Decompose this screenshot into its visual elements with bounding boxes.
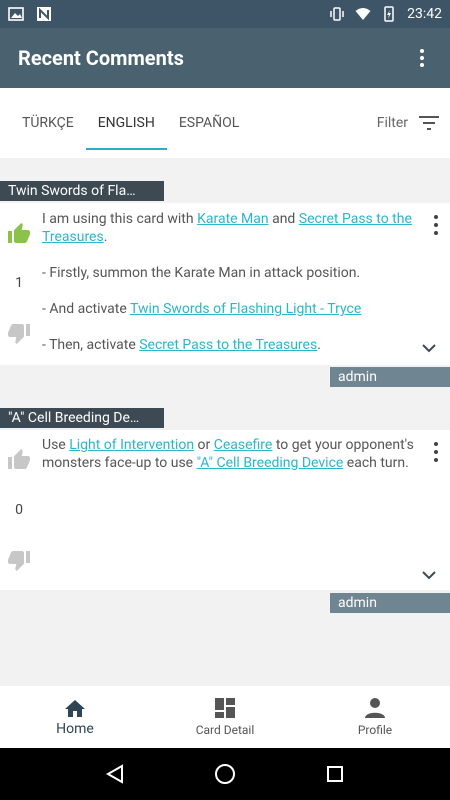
language-tabs: TÜRKÇE ENGLISH ESPAÑOL Filter — [0, 88, 450, 158]
thumb-up-icon[interactable] — [6, 222, 32, 246]
author-badge[interactable]: admin — [330, 593, 450, 613]
chevron-down-icon[interactable] — [422, 570, 436, 580]
tab-espanol[interactable]: ESPAÑOL — [167, 88, 251, 158]
filter-icon — [419, 116, 439, 130]
overflow-menu-icon[interactable] — [412, 46, 432, 70]
bottom-navigation: Home Card Detail Profile — [0, 686, 450, 748]
wifi-icon — [355, 8, 371, 20]
card-link[interactable]: Karate Man — [197, 211, 269, 227]
thumb-up-icon[interactable] — [6, 448, 32, 472]
comment-options-icon[interactable] — [432, 442, 440, 462]
comment-card: 0 Use Light of Intervention or Ceasefire… — [0, 430, 450, 590]
nav-profile-label: Profile — [357, 723, 393, 737]
author-badge[interactable]: admin — [330, 367, 450, 387]
chevron-down-icon[interactable] — [422, 343, 436, 353]
battery-icon — [384, 6, 394, 22]
card-link[interactable]: Twin Swords of Flashing Light - Tryce — [130, 301, 361, 317]
vibrate-icon — [330, 7, 344, 21]
thumb-down-icon[interactable] — [6, 321, 32, 345]
n-notification-icon — [37, 7, 51, 21]
tab-english[interactable]: ENGLISH — [85, 88, 167, 158]
nav-card-detail[interactable]: Card Detail — [150, 686, 300, 748]
nav-home-label: Home — [56, 721, 94, 737]
nav-card-detail-label: Card Detail — [195, 723, 255, 737]
card-name-tag[interactable]: "A" Cell Breeding De… — [0, 408, 164, 428]
card-link[interactable]: Secret Pass to the Treasures — [139, 337, 317, 353]
card-name-tag[interactable]: Twin Swords of Fla… — [0, 181, 164, 201]
vote-column: 0 — [0, 430, 38, 590]
recents-icon[interactable] — [325, 764, 345, 784]
page-title: Recent Comments — [18, 46, 184, 70]
home-circle-icon[interactable] — [214, 763, 236, 785]
system-navigation-bar — [0, 748, 450, 800]
vote-count: 1 — [15, 275, 23, 291]
vote-count: 0 — [15, 502, 23, 518]
clock: 23:42 — [407, 6, 442, 22]
card-link[interactable]: Light of Intervention — [69, 437, 194, 453]
comment-text: Use Light of Intervention or Ceasefire t… — [42, 437, 414, 471]
nav-profile[interactable]: Profile — [300, 686, 450, 748]
comment-options-icon[interactable] — [432, 215, 440, 235]
grid-icon — [215, 698, 235, 718]
status-bar: 23:42 — [0, 0, 450, 28]
comment-card: 1 I am using this card with Karate Man a… — [0, 203, 450, 365]
thumb-down-icon[interactable] — [6, 548, 32, 572]
image-notification-icon — [8, 7, 24, 21]
card-link[interactable]: Ceasefire — [214, 437, 273, 453]
filter-button[interactable]: Filter — [377, 115, 440, 131]
app-bar: Recent Comments — [0, 28, 450, 88]
home-icon — [65, 700, 85, 717]
vote-column: 1 — [0, 203, 38, 365]
filter-label: Filter — [376, 115, 408, 131]
tab-turkce[interactable]: TÜRKÇE — [10, 88, 86, 158]
back-icon[interactable] — [105, 764, 125, 784]
nav-home[interactable]: Home — [0, 686, 150, 748]
card-link[interactable]: "A" Cell Breeding Device — [197, 455, 344, 471]
person-icon — [365, 698, 385, 718]
comment-text: I am using this card with Karate Man and… — [42, 211, 412, 353]
